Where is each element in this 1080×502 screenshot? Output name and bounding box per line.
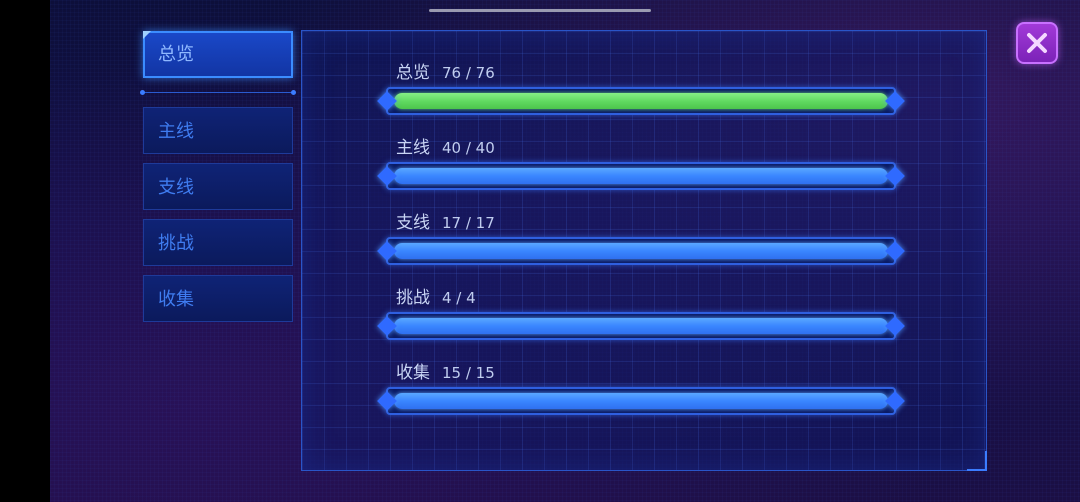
progress-category: 挑战	[396, 288, 430, 308]
progress-category: 支线	[396, 213, 430, 233]
tab-overview[interactable]: 总览	[143, 31, 293, 78]
panel-corner-decoration	[967, 451, 987, 471]
progress-row-label: 总览 76 / 76	[396, 58, 495, 83]
progress-bar	[377, 312, 905, 340]
progress-bar-frame	[386, 312, 896, 340]
progress-bar-fill	[394, 243, 888, 259]
close-x-icon	[1027, 33, 1047, 53]
progress-row-label: 挑战 4 / 4	[396, 283, 476, 308]
progress-category: 总览	[396, 63, 430, 83]
progress-bar	[377, 162, 905, 190]
close-button[interactable]	[1016, 22, 1058, 64]
home-indicator	[429, 9, 651, 12]
progress-bar-fill	[394, 93, 888, 109]
progress-count: 15 / 15	[442, 364, 495, 382]
progress-bar	[377, 237, 905, 265]
progress-count: 76 / 76	[442, 64, 495, 82]
progress-bar-frame	[386, 387, 896, 415]
progress-bar-fill	[394, 318, 888, 334]
progress-row-label: 主线 40 / 40	[396, 133, 495, 158]
progress-bar-frame	[386, 162, 896, 190]
tab-challenge[interactable]: 挑战	[143, 219, 293, 266]
progress-count: 17 / 17	[442, 214, 495, 232]
progress-count: 4 / 4	[442, 289, 476, 307]
progress-bar-frame	[386, 237, 896, 265]
progress-bar-frame	[386, 87, 896, 115]
progress-category: 主线	[396, 138, 430, 158]
progress-row-label: 支线 17 / 17	[396, 208, 495, 233]
progress-bar	[377, 87, 905, 115]
tab-side-quest[interactable]: 支线	[143, 163, 293, 210]
progress-category: 收集	[396, 363, 430, 383]
tab-collection[interactable]: 收集	[143, 275, 293, 322]
tab-divider	[140, 90, 296, 95]
progress-count: 40 / 40	[442, 139, 495, 157]
progress-bar-fill	[394, 168, 888, 184]
tab-main-quest[interactable]: 主线	[143, 107, 293, 154]
progress-bar	[377, 387, 905, 415]
progress-row-label: 收集 15 / 15	[396, 358, 495, 383]
progress-bar-fill	[394, 393, 888, 409]
